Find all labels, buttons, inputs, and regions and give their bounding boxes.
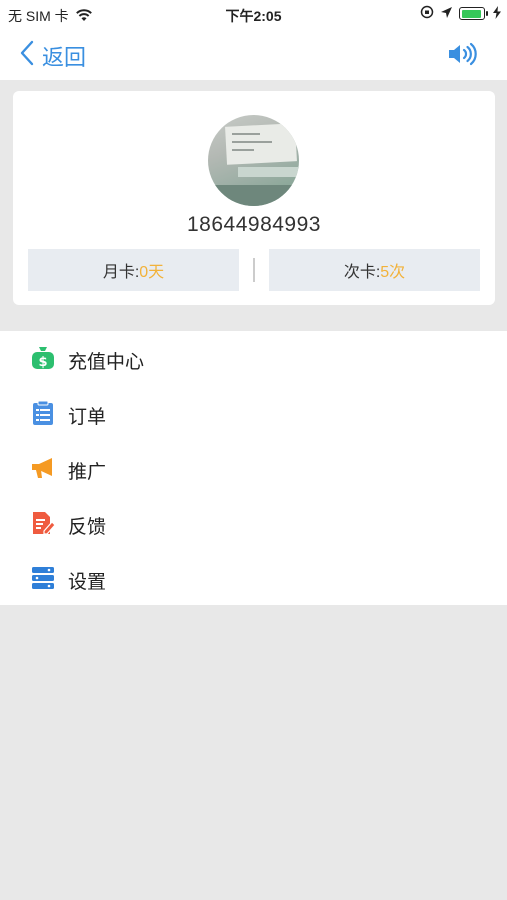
menu-item-recharge[interactable]: $ 充值中心 [0, 331, 507, 386]
menu-item-settings[interactable]: 设置 [0, 551, 507, 606]
back-button[interactable]: 返回 [20, 40, 86, 72]
nav-bar: 返回 [0, 28, 507, 80]
menu-label-promotion: 推广 [68, 462, 107, 483]
status-bar: 无 SIM 卡 下午2:05 [0, 0, 507, 28]
phone-number: 18644984993 [187, 213, 321, 236]
menu-label-settings: 设置 [68, 572, 107, 593]
status-right [414, 5, 501, 22]
menu-label-orders: 订单 [68, 407, 107, 428]
menu-label-feedback: 反馈 [68, 517, 107, 538]
speaker-icon [447, 42, 477, 70]
money-bag-icon: $ [30, 345, 56, 371]
clipboard-list-icon [30, 400, 56, 426]
month-card-label: 月卡: [102, 264, 140, 281]
settings-bars-icon [30, 565, 56, 591]
month-card-value: 0天 [139, 264, 165, 281]
times-card-value: 5次 [380, 264, 406, 281]
megaphone-icon [30, 455, 56, 481]
menu-item-feedback[interactable]: 反馈 [0, 496, 507, 551]
back-label: 返回 [42, 45, 87, 70]
card-divider [253, 258, 255, 282]
chevron-left-icon [20, 40, 42, 72]
profile-card: 18644984993 月卡: 0天 次卡: 5次 [13, 91, 495, 305]
feedback-edit-icon [30, 510, 56, 536]
menu-list: $ 充值中心 订单 推广 反馈 设置 [0, 331, 507, 605]
speaker-button[interactable] [447, 42, 477, 71]
charging-icon [493, 5, 501, 22]
menu-item-promotion[interactable]: 推广 [0, 441, 507, 496]
times-card-box: 次卡: 5次 [269, 249, 480, 291]
menu-label-recharge: 充值中心 [68, 352, 145, 373]
orientation-lock-icon [420, 5, 434, 22]
svg-text:$: $ [38, 355, 47, 370]
battery-icon [459, 7, 488, 20]
menu-item-orders[interactable]: 订单 [0, 386, 507, 441]
times-card-label: 次卡: [343, 264, 381, 281]
avatar[interactable] [208, 115, 299, 206]
month-card-box: 月卡: 0天 [28, 249, 239, 291]
location-icon [440, 6, 453, 22]
